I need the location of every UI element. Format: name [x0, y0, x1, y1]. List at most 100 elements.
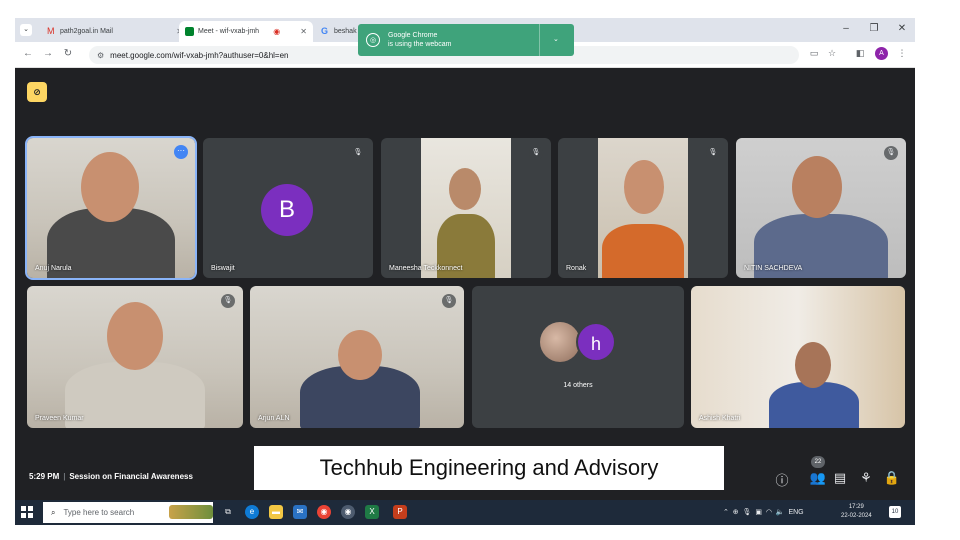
divider: [539, 24, 540, 56]
meeting-title: Session on Financial Awareness: [69, 472, 193, 481]
chrome-profile-icon[interactable]: ◉: [341, 505, 355, 519]
people-count-badge: 22: [811, 456, 825, 468]
participant-tile-biswajit[interactable]: B 🎙 Biswajit: [203, 138, 373, 278]
minimize-icon[interactable]: –: [839, 23, 853, 34]
tab-label: path2goal.in Mail: [60, 28, 113, 35]
microphone-icon[interactable]: 🎙: [743, 509, 752, 516]
language-indicator[interactable]: ENG: [788, 509, 803, 516]
participant-video: [736, 138, 906, 278]
participant-tile-ashish[interactable]: Ashish Khatri: [691, 286, 905, 428]
display-icon[interactable]: ▣: [755, 509, 762, 516]
avatar: [540, 322, 580, 362]
participant-tile-nitin[interactable]: 🎙 NITIN SACHDEVA: [736, 138, 906, 278]
clock-time: 17:29: [848, 504, 864, 510]
participant-name: Ronak: [566, 265, 587, 272]
recording-icon: ◉: [273, 27, 281, 36]
forward-arrow-icon[interactable]: →: [41, 48, 55, 59]
mic-off-icon: 🎙: [221, 294, 235, 308]
others-count-label: 14 others: [563, 382, 593, 389]
excel-icon[interactable]: X: [365, 505, 379, 519]
restore-icon[interactable]: ❐: [867, 23, 881, 34]
participant-name: Anuj Narula: [35, 265, 72, 272]
participant-video: [250, 286, 464, 428]
gmail-icon: M: [47, 26, 55, 36]
notification-title: Google Chrome: [388, 32, 438, 39]
chevron-down-icon[interactable]: ⌄: [553, 35, 559, 43]
meeting-info: 5:29 PM | Session on Financial Awareness: [29, 472, 193, 481]
participant-tile-others[interactable]: h 14 others: [472, 286, 684, 428]
more-options-icon[interactable]: ···: [174, 145, 188, 159]
participant-name: Maneesha Teckkonnect: [389, 265, 463, 272]
tab-label: Meet - wif-vxab-jmh: [198, 28, 260, 35]
mail-icon[interactable]: ✉: [293, 505, 307, 519]
network-icon[interactable]: ⊕: [733, 509, 739, 516]
company-banner: Techhub Engineering and Advisory: [254, 446, 724, 490]
mic-off-icon: 🎙: [706, 146, 720, 160]
meet-icon: [185, 27, 194, 36]
volume-icon[interactable]: 🔈: [776, 509, 785, 516]
window-close-icon[interactable]: ✕: [895, 23, 909, 34]
notification-message: is using the webcam: [388, 41, 452, 48]
others-avatar-stack: h: [540, 322, 620, 362]
captions-off-icon[interactable]: ⊘: [27, 82, 47, 102]
participant-tile-anuj[interactable]: ··· Anuj Narula: [25, 136, 197, 280]
participant-name: Biswajit: [211, 265, 235, 272]
chat-icon[interactable]: ▤: [831, 470, 849, 486]
participant-tile-praveen[interactable]: 🎙 Praveen Kumar: [27, 286, 243, 428]
clock-date: 22-02-2024: [841, 513, 872, 519]
close-icon[interactable]: ✕: [294, 27, 307, 36]
tab-search-chevron-icon[interactable]: ⌄: [20, 24, 32, 36]
system-tray[interactable]: ⌃ ⊕ 🎙 ▣ ◠ 🔈 ENG: [723, 508, 804, 516]
participant-tile-maneesha[interactable]: 🎙 Maneesha Teckkonnect: [381, 138, 551, 278]
participant-video: [27, 286, 243, 428]
reload-icon[interactable]: ↻: [61, 48, 75, 59]
participant-name: NITIN SACHDEVA: [744, 265, 803, 272]
tab-mail[interactable]: M path2goal.in Mail ✕: [41, 21, 189, 42]
participant-name: Ashish Khatri: [699, 415, 741, 422]
back-arrow-icon[interactable]: ←: [21, 48, 35, 59]
host-controls-icon[interactable]: 🔒: [883, 470, 901, 486]
chrome-icon[interactable]: ◉: [317, 505, 331, 519]
notification-center-icon[interactable]: 10: [889, 506, 901, 518]
kebab-menu-icon[interactable]: ⋮: [895, 48, 909, 59]
participant-name: Praveen Kumar: [35, 415, 84, 422]
info-icon[interactable]: ⓘ: [773, 470, 791, 489]
site-settings-icon[interactable]: ⚙: [97, 51, 104, 60]
mic-off-icon: 🎙: [884, 146, 898, 160]
webcam-icon: ◎: [366, 33, 380, 47]
windows-start-icon[interactable]: [21, 506, 33, 518]
participant-video: [598, 138, 688, 278]
meeting-time: 5:29 PM: [29, 472, 60, 481]
weather-widget-icon[interactable]: [169, 505, 213, 519]
mic-off-icon: 🎙: [351, 146, 365, 160]
taskbar-clock[interactable]: 17:29 22-02-2024: [841, 503, 872, 521]
participant-video: [27, 138, 195, 278]
participant-video: [691, 286, 905, 428]
camera-in-use-icon[interactable]: ▭: [807, 48, 821, 59]
search-icon: ⌕: [51, 507, 56, 517]
participant-name: Arjun ALN: [258, 415, 290, 422]
mic-off-icon: 🎙: [529, 146, 543, 160]
tab-label: beshak: [334, 28, 357, 35]
url-text: meet.google.com/wif-vxab-jmh?authuser=0&…: [110, 50, 289, 60]
search-placeholder: Type here to search: [63, 508, 135, 517]
edge-icon[interactable]: e: [245, 505, 259, 519]
activities-icon[interactable]: ⚘: [857, 470, 875, 486]
webcam-notification[interactable]: ◎ Google Chrome is using the webcam ⌄: [358, 24, 574, 56]
participant-tile-arjun[interactable]: 🎙 Arjun ALN: [250, 286, 464, 428]
chevron-up-icon[interactable]: ⌃: [723, 509, 729, 516]
people-icon[interactable]: 👥: [809, 470, 827, 486]
mic-off-icon: 🎙: [442, 294, 456, 308]
wifi-icon[interactable]: ◠: [766, 509, 772, 516]
task-view-icon[interactable]: ⧉: [221, 505, 235, 519]
side-panel-icon[interactable]: ◧: [853, 48, 867, 59]
profile-avatar[interactable]: A: [875, 47, 888, 60]
file-explorer-icon[interactable]: ▬: [269, 505, 283, 519]
bookmark-star-icon[interactable]: ☆: [825, 48, 839, 59]
powerpoint-icon[interactable]: P: [393, 505, 407, 519]
google-icon: G: [321, 26, 329, 36]
tab-meet[interactable]: Meet - wif-vxab-jmh ◉ ✕: [179, 21, 313, 42]
tab-google[interactable]: G beshak: [315, 21, 363, 42]
avatar: h: [576, 322, 616, 362]
participant-tile-ronak[interactable]: 🎙 Ronak: [558, 138, 728, 278]
